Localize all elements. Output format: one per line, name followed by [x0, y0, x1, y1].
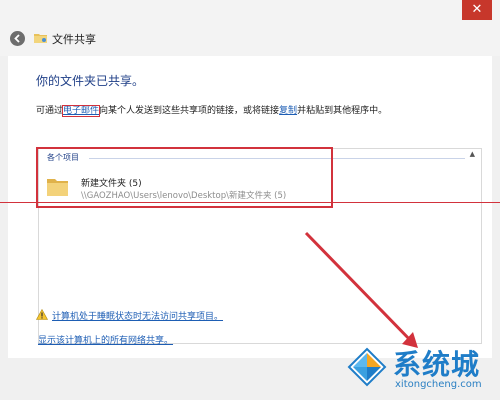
close-button[interactable]: ✕	[462, 0, 492, 20]
watermark: 系统城 xitongcheng.com	[345, 335, 495, 395]
desc-text-middle: 向某个人发送到这些共享项的链接，或将链接	[99, 106, 280, 116]
collapse-caret-icon[interactable]: ▲	[470, 150, 475, 158]
dialog-header: 文件共享	[0, 22, 500, 56]
dialog-title: 文件共享	[52, 33, 96, 46]
page-heading: 你的文件夹已共享。	[36, 74, 145, 88]
shared-folder-icon	[34, 34, 47, 43]
sleep-warning-link[interactable]: 计算机处于睡眠状态时无法访问共享项目。	[52, 309, 223, 322]
folder-icon	[47, 179, 68, 196]
share-description: 可通过电子邮件向某个人发送到这些共享项的链接，或将链接复制并粘贴到其他程序中。	[36, 103, 388, 117]
copy-link[interactable]: 复制	[279, 106, 297, 116]
watermark-url: xitongcheng.com	[395, 379, 482, 390]
watermark-logo-icon	[347, 347, 387, 387]
annotation-line	[0, 202, 500, 203]
title-bar: ✕	[0, 0, 500, 22]
list-item[interactable]: 新建文件夹 (5) \\GAOZHAO\Users\lenovo\Desktop…	[45, 173, 335, 205]
items-header: 各个项目	[47, 153, 79, 162]
warning-icon	[36, 309, 48, 320]
desc-text-before: 可通过	[36, 106, 64, 116]
desc-text-after: 并粘贴到其他程序中。	[297, 106, 388, 116]
email-link[interactable]: 电子邮件	[62, 105, 101, 117]
back-arrow-icon[interactable]	[10, 31, 25, 46]
folder-name: 新建文件夹 (5)	[81, 179, 142, 189]
folder-path: \\GAOZHAO\Users\lenovo\Desktop\新建文件夹 (5)	[81, 191, 287, 201]
items-header-divider	[89, 158, 465, 159]
watermark-brand: 系统城	[393, 348, 481, 381]
all-network-shares-link[interactable]: 显示该计算机上的所有网络共享。	[38, 333, 173, 346]
